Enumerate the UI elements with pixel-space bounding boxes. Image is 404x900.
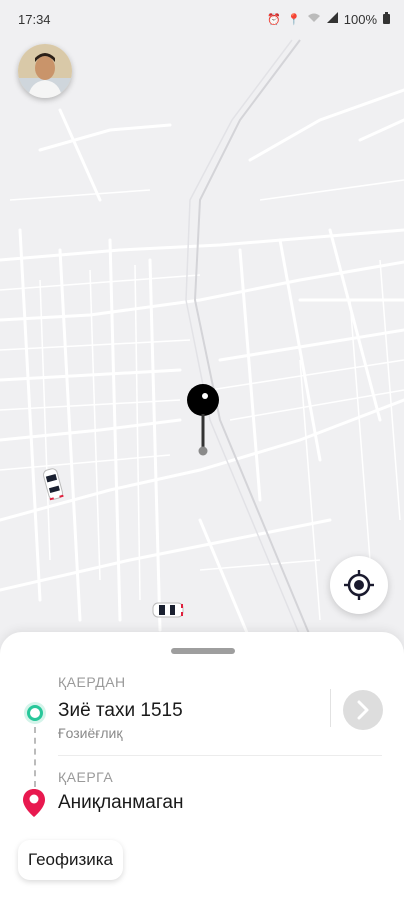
status-time: 17:34 — [18, 11, 51, 27]
sheet-handle[interactable] — [171, 648, 235, 654]
route-sheet: ҚАЕРДАН Зиё тахи 1515 Ғозиёғлиқ ҚАЕРГА А… — [0, 632, 404, 900]
taxi-car-icon — [152, 602, 184, 618]
chevron-right-icon — [357, 700, 369, 720]
divider — [58, 755, 382, 756]
battery-percent: 100% — [343, 11, 377, 27]
wifi-icon — [307, 12, 321, 26]
map-pin-icon[interactable] — [185, 382, 221, 458]
battery-icon — [383, 11, 390, 27]
to-address[interactable]: Аниқланмаган — [58, 792, 183, 814]
my-location-button[interactable] — [330, 556, 388, 614]
pickup-dot-icon — [24, 702, 46, 724]
taxi-car-icon — [42, 468, 64, 501]
signal-icon — [326, 12, 338, 26]
status-bar: 17:34 ⏰ 📍 100% — [0, 0, 404, 38]
destination-pin-icon — [23, 789, 45, 817]
from-address[interactable]: Зиё тахи 1515 — [58, 700, 183, 722]
from-next-button[interactable] — [343, 690, 383, 730]
alarm-icon: ⏰ — [267, 13, 282, 26]
from-label: ҚАЕРДАН — [58, 674, 126, 690]
route-connector — [34, 727, 36, 787]
status-icons: ⏰ 📍 100% — [267, 11, 390, 27]
crosshair-icon — [344, 570, 374, 600]
to-label: ҚАЕРГА — [58, 769, 114, 785]
suggestion-chip-label: Геофизика — [28, 850, 114, 869]
suggestion-chip[interactable]: Геофизика — [18, 840, 124, 880]
from-subtitle: Ғозиёғлиқ — [58, 725, 123, 741]
profile-avatar[interactable] — [18, 44, 72, 98]
avatar-photo — [18, 44, 72, 98]
location-icon: 📍 — [287, 13, 301, 26]
divider — [330, 689, 331, 727]
